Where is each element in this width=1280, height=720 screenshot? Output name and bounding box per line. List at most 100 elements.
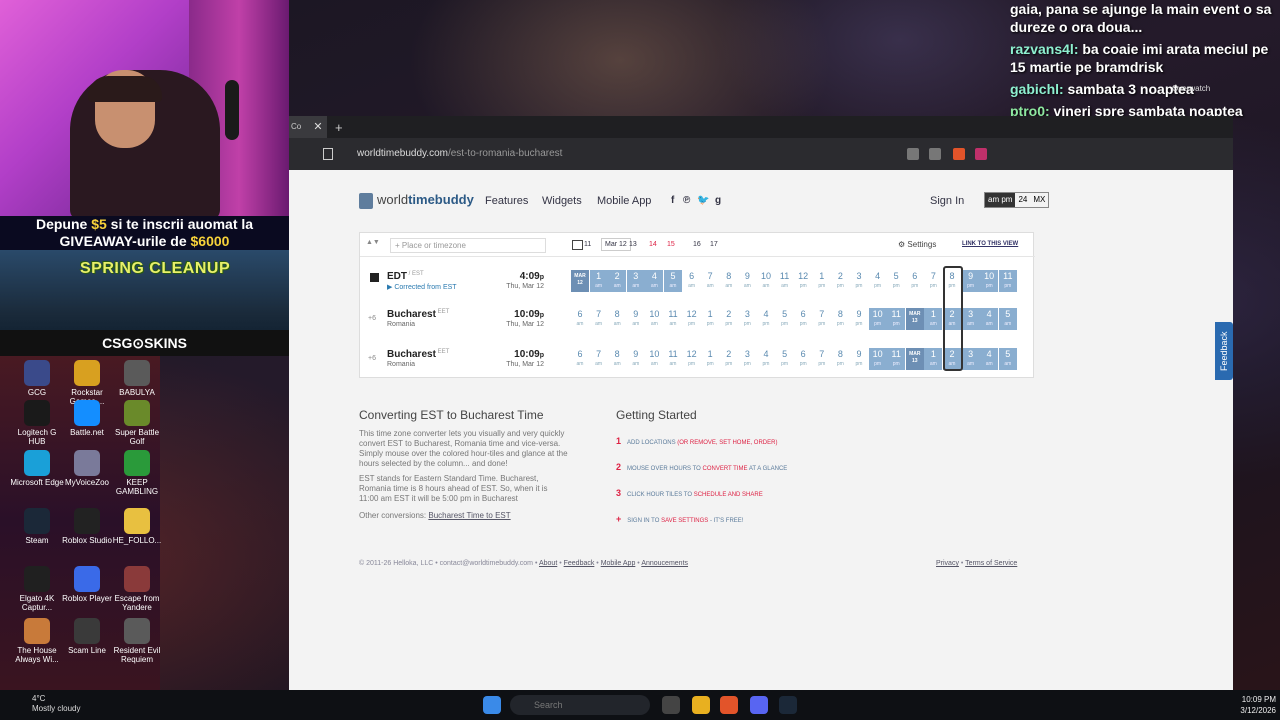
date-nav-day[interactable]: 15 <box>667 241 675 248</box>
desktop-icon[interactable]: Scam Line <box>60 618 114 655</box>
site-logo[interactable]: worldtimebuddy <box>359 192 474 209</box>
time-format-toggle[interactable]: am pm 24 MX <box>984 192 1050 208</box>
hour-tile[interactable]: 7 pm <box>813 308 831 330</box>
hour-tile[interactable]: 12 pm <box>683 348 701 370</box>
hour-tile[interactable]: 3 pm <box>738 348 756 370</box>
nav-widgets[interactable]: Widgets <box>542 195 582 207</box>
date-nav-day[interactable]: Mar 12 <box>601 238 631 251</box>
desktop-icon[interactable]: KEEP GAMBLING <box>110 450 164 496</box>
desktop-icon[interactable]: Battle.net <box>60 400 114 437</box>
nav-mobile-app[interactable]: Mobile App <box>597 195 651 207</box>
twitter-icon[interactable]: 🐦 <box>697 195 709 206</box>
discord-icon[interactable] <box>750 696 768 714</box>
desktop-icon[interactable]: Super Battle Golf <box>110 400 164 446</box>
date-nav-day[interactable]: 11 <box>584 241 591 248</box>
settings-button[interactable]: ⚙ Settings <box>898 240 936 249</box>
weather-widget[interactable]: 4°C Mostly cloudy <box>32 694 80 714</box>
hour-tile[interactable]: 3 am <box>961 348 980 370</box>
date-nav-day[interactable]: 16 <box>693 241 701 248</box>
steam-icon[interactable] <box>779 696 797 714</box>
taskbar-search[interactable]: Search <box>510 695 650 715</box>
hour-tile[interactable]: 12 pm <box>683 308 701 330</box>
hour-tile[interactable]: 9 pm <box>850 348 868 370</box>
hour-tile[interactable]: 9 am <box>627 308 645 330</box>
desktop-icon[interactable]: GCG <box>10 360 64 397</box>
hour-tile[interactable]: 1 pm <box>701 308 719 330</box>
hour-tile[interactable]: 10 am <box>645 308 663 330</box>
hour-tile[interactable]: 11 pm <box>887 308 906 330</box>
footer-feedback[interactable]: Feedback <box>564 560 595 567</box>
hour-tile[interactable]: 11 am <box>776 270 794 292</box>
hour-tile[interactable]: 4 am <box>980 348 999 370</box>
brave-icon[interactable] <box>720 696 738 714</box>
getting-started-step[interactable]: 3 CLICK HOUR TILES TO SCHEDULE AND SHARE <box>616 488 763 498</box>
hour-tile[interactable]: 4 pm <box>757 348 775 370</box>
desktop-icon[interactable]: BABULYA <box>110 360 164 397</box>
hour-tile[interactable]: 1 pm <box>701 348 719 370</box>
hour-tile[interactable]: 8 am <box>720 270 738 292</box>
clock[interactable]: 10:09 PM 3/12/2026 <box>1226 694 1276 716</box>
hour-tile[interactable]: MAR 12 <box>571 270 589 292</box>
hour-tile[interactable]: 3 am <box>626 270 645 292</box>
hour-tile[interactable]: 9 pm <box>961 270 980 292</box>
footer-about[interactable]: About <box>539 560 557 567</box>
start-icon[interactable] <box>483 696 501 714</box>
hour-tile[interactable]: 5 pm <box>776 348 794 370</box>
hour-tile[interactable]: 5 pm <box>887 270 905 292</box>
date-nav-day[interactable]: 13 <box>629 241 637 248</box>
hour-tile[interactable]: 8 am <box>608 308 626 330</box>
timezone-row[interactable]: EDT / EST ▶ Corrected from EST 4:09p Thu, M… <box>360 263 1035 301</box>
desktop-icon[interactable]: Elgato 4K Captur... <box>10 566 64 612</box>
format-24[interactable]: 24 <box>1015 193 1030 207</box>
google-plus-icon[interactable]: g <box>715 195 721 206</box>
hour-tile[interactable]: 4 am <box>980 308 999 330</box>
hour-tile[interactable]: 11 pm <box>887 348 906 370</box>
hour-tile[interactable]: 3 pm <box>738 308 756 330</box>
hour-tile[interactable]: 7 pm <box>813 348 831 370</box>
sort-arrows-icon[interactable]: ▲▼ <box>366 239 380 246</box>
hour-tile[interactable]: 10 am <box>645 348 663 370</box>
hour-tile[interactable]: 3 am <box>961 308 980 330</box>
hour-tile[interactable]: 7 am <box>590 308 608 330</box>
hour-tile[interactable]: MAR 13 <box>905 308 924 330</box>
calendar-icon[interactable] <box>572 240 583 250</box>
hour-tile[interactable]: 5 pm <box>776 308 794 330</box>
hour-tile[interactable]: 2 pm <box>831 270 849 292</box>
terms-link[interactable]: Terms of Service <box>965 560 1017 567</box>
hour-tile[interactable]: 8 am <box>608 348 626 370</box>
desktop-icon[interactable]: HE_FOLLO... <box>110 508 164 545</box>
hour-tile[interactable]: 2 am <box>608 270 627 292</box>
hour-tile[interactable]: 8 pm <box>831 348 849 370</box>
hour-tile[interactable]: 6 pm <box>906 270 924 292</box>
hour-tile[interactable]: MAR 13 <box>905 348 924 370</box>
hour-tile[interactable]: 12 pm <box>794 270 812 292</box>
getting-started-step[interactable]: + SIGN IN TO SAVE SETTINGS - IT'S FREE! <box>616 514 743 524</box>
desktop-icon[interactable]: MyVoiceZoo <box>60 450 114 487</box>
timezone-row[interactable]: +6 Bucharest EET Romania 10:09p Thu, Mar 12 6… <box>360 341 1035 379</box>
hour-tile[interactable]: 8 pm <box>831 308 849 330</box>
hour-tile[interactable]: 11 pm <box>998 270 1017 292</box>
bookmark-icon[interactable] <box>323 148 333 160</box>
date-nav-day[interactable]: 17 <box>710 241 718 248</box>
hour-tile[interactable]: 5 am <box>998 348 1017 370</box>
desktop-icon[interactable]: Roblox Studio <box>60 508 114 545</box>
nav-features[interactable]: Features <box>485 195 528 207</box>
getting-started-step[interactable]: 1 ADD LOCATIONS (OR REMOVE, SET HOME, ORD… <box>616 436 777 446</box>
hour-tile[interactable]: 1 am <box>589 270 608 292</box>
hour-tile[interactable]: 4 am <box>645 270 664 292</box>
date-nav-day[interactable]: 14 <box>649 241 657 248</box>
hour-tile[interactable]: 7 pm <box>924 270 942 292</box>
url-field[interactable]: worldtimebuddy.com/est-to-romania-buchar… <box>345 143 945 165</box>
brave-shield-icon[interactable] <box>953 148 965 160</box>
hour-tile[interactable]: 9 am <box>738 270 756 292</box>
sign-in-link[interactable]: Sign In <box>930 195 964 207</box>
hour-tile[interactable]: 11 am <box>664 348 682 370</box>
desktop-icon[interactable]: Microsoft Edge <box>10 450 64 487</box>
hour-tile[interactable]: 10 pm <box>980 270 999 292</box>
hour-tile[interactable]: 10 pm <box>868 348 887 370</box>
hour-tile[interactable]: 6 pm <box>794 308 812 330</box>
hour-tile[interactable]: 6 pm <box>794 348 812 370</box>
task-view-icon[interactable] <box>662 696 680 714</box>
hour-tile[interactable]: 9 pm <box>850 308 868 330</box>
hour-tile[interactable]: 6 am <box>683 270 701 292</box>
